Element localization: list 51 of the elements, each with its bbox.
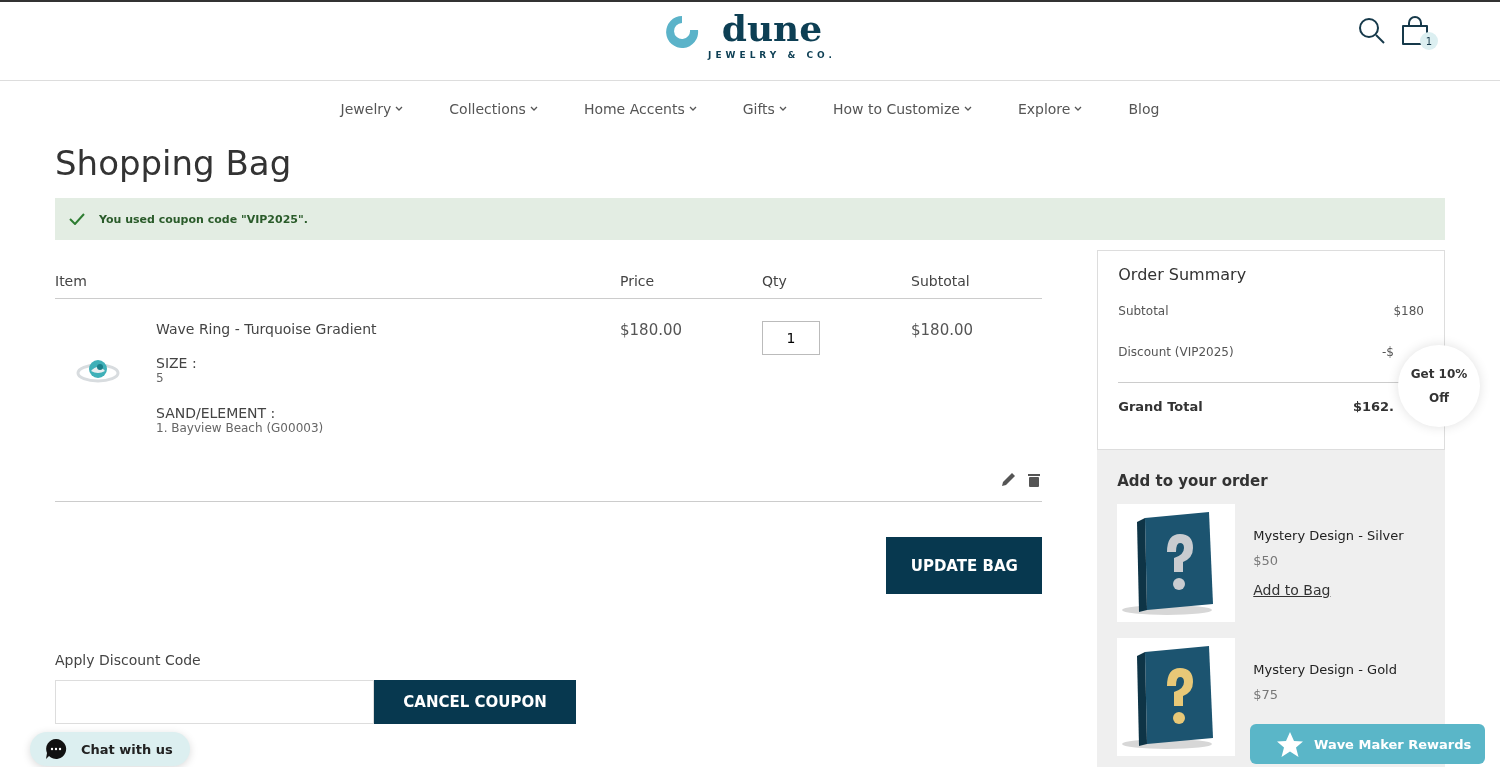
cancel-coupon-button[interactable]: CANCEL COUPON: [374, 680, 576, 724]
shopping-bag-icon[interactable]: [1400, 16, 1430, 46]
column-header: Item: [55, 273, 88, 289]
product-name[interactable]: Wave Ring - Turquoise Gradient: [156, 321, 377, 337]
update-bag-button[interactable]: UPDATE BAG: [886, 537, 1043, 594]
logo-icon: [664, 14, 701, 48]
option-label: SIZE :: [156, 355, 198, 371]
success-message: You used coupon code "VIP2025".: [99, 212, 308, 226]
logo-tagline: JEWELRY & CO.: [708, 50, 836, 60]
nav-link[interactable]: Gifts: [742, 99, 787, 119]
column-header: Subtotal: [911, 273, 971, 289]
quantity-input[interactable]: 1: [762, 321, 820, 355]
product-name[interactable]: Mystery Design - Gold: [1253, 662, 1397, 677]
option-label: SAND/ELEMENT :: [156, 405, 277, 421]
summary-label: Subtotal: [1118, 304, 1169, 320]
star-icon: [1276, 730, 1304, 758]
nav-link[interactable]: Explore: [1017, 99, 1083, 119]
page-title: Shopping Bag: [55, 142, 293, 184]
trash-icon[interactable]: [1028, 472, 1041, 487]
discount-label: Apply Discount Code: [55, 652, 202, 668]
nav-link[interactable]: Home Accents: [583, 99, 697, 119]
subtotal-cell-text: $180.00: [911, 321, 975, 341]
logo[interactable]: dune: [721, 8, 823, 48]
option-value: 1. Bayview Beach (G00003): [156, 421, 325, 435]
column-header: Price: [620, 273, 656, 289]
chat-icon: [45, 738, 67, 760]
product-name[interactable]: Mystery Design - Silver: [1253, 528, 1404, 543]
nav-link[interactable]: Jewelry: [340, 99, 404, 119]
nav-link[interactable]: Collections: [449, 99, 538, 119]
summary-label: Discount (VIP2025): [1118, 345, 1234, 361]
summary-value: -$: [1382, 345, 1394, 361]
add-to-bag-link[interactable]: Add to Bag: [1253, 582, 1404, 598]
grand-total-label: Grand Total: [1118, 399, 1203, 416]
nav-link[interactable]: How to Customize: [832, 99, 972, 119]
cart-count-badge: 1: [1420, 32, 1438, 50]
nav-link[interactable]: Blog: [1128, 99, 1160, 119]
product-price: $50: [1253, 553, 1280, 568]
column-header: Qty: [762, 273, 788, 289]
grand-total-value: $162.: [1352, 399, 1394, 416]
discount-code-input[interactable]: [55, 680, 374, 724]
pencil-icon[interactable]: [1001, 472, 1017, 487]
option-value: 5: [156, 371, 165, 385]
product-price: $75: [1253, 687, 1280, 702]
upsell-title: Add to your order: [1117, 472, 1269, 490]
summary-value: $180: [1393, 304, 1424, 320]
price-cell-text: $180.00: [620, 321, 684, 341]
discount-popup-button[interactable]: Get 10% Off: [1398, 345, 1480, 427]
summary-title: Order Summary: [1118, 265, 1248, 284]
search-icon[interactable]: [1358, 17, 1386, 45]
checkmark-icon: [69, 213, 85, 225]
chat-button[interactable]: Chat with us: [30, 732, 190, 766]
